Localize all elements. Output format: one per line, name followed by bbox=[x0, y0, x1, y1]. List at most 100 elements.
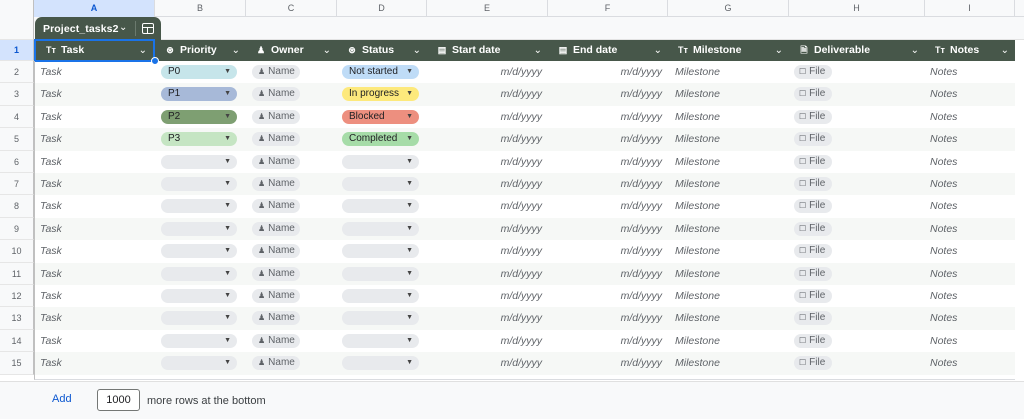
row-number-2[interactable]: 2 bbox=[0, 61, 34, 84]
notes-cell[interactable]: Notes bbox=[930, 61, 1010, 83]
deliverable-chip[interactable]: ☐ File bbox=[794, 244, 832, 259]
header-milestone[interactable]: Tᴛ Milestone ⌄ bbox=[668, 40, 789, 61]
header-task[interactable]: Tᴛ Task ⌄ bbox=[34, 39, 155, 62]
milestone-cell[interactable]: Milestone bbox=[675, 106, 785, 128]
task-cell[interactable]: Task bbox=[40, 285, 150, 307]
chevron-down-icon[interactable]: ⌄ bbox=[1001, 40, 1009, 61]
notes-cell[interactable]: Notes bbox=[930, 83, 1010, 105]
column-letter-a[interactable]: A bbox=[34, 0, 155, 17]
start-date-cell[interactable]: m/d/yyyy bbox=[427, 285, 542, 307]
row-number-15[interactable]: 15 bbox=[0, 352, 34, 375]
start-date-cell[interactable]: m/d/yyyy bbox=[427, 218, 542, 240]
start-date-cell[interactable]: m/d/yyyy bbox=[427, 195, 542, 217]
notes-cell[interactable]: Notes bbox=[930, 173, 1010, 195]
owner-chip[interactable]: ♟ Name bbox=[252, 154, 300, 169]
row-number-14[interactable]: 14 bbox=[0, 329, 34, 353]
notes-cell[interactable]: Notes bbox=[930, 218, 1010, 240]
chevron-down-icon[interactable]: ⌄ bbox=[323, 40, 331, 61]
end-date-cell[interactable]: m/d/yyyy bbox=[548, 83, 662, 105]
end-date-cell[interactable]: m/d/yyyy bbox=[548, 263, 662, 285]
owner-chip[interactable]: ♟ Name bbox=[252, 333, 300, 348]
row-number-13[interactable]: 13 bbox=[0, 307, 34, 330]
deliverable-chip[interactable]: ☐ File bbox=[794, 199, 832, 214]
row-number-11[interactable]: 11 bbox=[0, 262, 34, 285]
priority-chip[interactable]: ▼ bbox=[161, 177, 237, 191]
status-chip[interactable]: ▼ bbox=[342, 356, 419, 371]
deliverable-chip[interactable]: ☐ File bbox=[794, 311, 832, 326]
priority-chip[interactable]: P0 ▼ bbox=[161, 65, 237, 79]
milestone-cell[interactable]: Milestone bbox=[675, 330, 785, 352]
start-date-cell[interactable]: m/d/yyyy bbox=[427, 263, 542, 285]
deliverable-chip[interactable]: ☐ File bbox=[794, 154, 832, 169]
header-deliverable[interactable]: 🗎 Deliverable ⌄ bbox=[789, 40, 925, 61]
status-chip[interactable]: Not started ▼ bbox=[342, 65, 419, 79]
owner-chip[interactable]: ♟ Name bbox=[252, 65, 300, 79]
owner-chip[interactable]: ♟ Name bbox=[252, 132, 300, 147]
row-number-8[interactable]: 8 bbox=[0, 195, 34, 218]
end-date-cell[interactable]: m/d/yyyy bbox=[548, 195, 662, 217]
task-cell[interactable]: Task bbox=[40, 83, 150, 105]
notes-cell[interactable]: Notes bbox=[930, 151, 1010, 173]
start-date-cell[interactable]: m/d/yyyy bbox=[427, 307, 542, 329]
end-date-cell[interactable]: m/d/yyyy bbox=[548, 61, 662, 83]
notes-cell[interactable]: Notes bbox=[930, 352, 1010, 374]
table-name-tab[interactable]: Project_tasks2 ⌄ bbox=[35, 17, 161, 41]
priority-chip[interactable]: ▼ bbox=[161, 244, 237, 259]
header-status[interactable]: ⊛ Status ⌄ bbox=[337, 40, 427, 61]
status-chip[interactable]: In progress ▼ bbox=[342, 87, 419, 102]
start-date-cell[interactable]: m/d/yyyy bbox=[427, 173, 542, 195]
owner-chip[interactable]: ♟ Name bbox=[252, 199, 300, 214]
end-date-cell[interactable]: m/d/yyyy bbox=[548, 151, 662, 173]
column-letter-e[interactable]: E bbox=[427, 0, 548, 17]
task-cell[interactable]: Task bbox=[40, 61, 150, 83]
priority-chip[interactable]: ▼ bbox=[161, 356, 237, 371]
notes-cell[interactable]: Notes bbox=[930, 240, 1010, 262]
notes-cell[interactable]: Notes bbox=[930, 195, 1010, 217]
owner-chip[interactable]: ♟ Name bbox=[252, 177, 300, 191]
start-date-cell[interactable]: m/d/yyyy bbox=[427, 83, 542, 105]
row-number-9[interactable]: 9 bbox=[0, 217, 34, 241]
milestone-cell[interactable]: Milestone bbox=[675, 352, 785, 374]
notes-cell[interactable]: Notes bbox=[930, 128, 1010, 150]
owner-chip[interactable]: ♟ Name bbox=[252, 311, 300, 326]
end-date-cell[interactable]: m/d/yyyy bbox=[548, 173, 662, 195]
start-date-cell[interactable]: m/d/yyyy bbox=[427, 330, 542, 352]
owner-chip[interactable]: ♟ Name bbox=[252, 87, 300, 102]
owner-chip[interactable]: ♟ Name bbox=[252, 289, 300, 303]
header-priority[interactable]: ⊛ Priority ⌄ bbox=[155, 40, 246, 61]
end-date-cell[interactable]: m/d/yyyy bbox=[548, 218, 662, 240]
milestone-cell[interactable]: Milestone bbox=[675, 263, 785, 285]
row-number-12[interactable]: 12 bbox=[0, 285, 34, 308]
end-date-cell[interactable]: m/d/yyyy bbox=[548, 285, 662, 307]
priority-chip[interactable]: ▼ bbox=[161, 154, 237, 169]
notes-cell[interactable]: Notes bbox=[930, 263, 1010, 285]
status-chip[interactable]: ▼ bbox=[342, 266, 419, 281]
end-date-cell[interactable]: m/d/yyyy bbox=[548, 128, 662, 150]
task-cell[interactable]: Task bbox=[40, 330, 150, 352]
task-cell[interactable]: Task bbox=[40, 151, 150, 173]
status-chip[interactable]: Completed ▼ bbox=[342, 132, 419, 147]
status-chip[interactable]: ▼ bbox=[342, 311, 419, 326]
task-cell[interactable]: Task bbox=[40, 240, 150, 262]
select-all-corner[interactable] bbox=[0, 0, 34, 17]
column-letter-f[interactable]: F bbox=[548, 0, 668, 17]
deliverable-chip[interactable]: ☐ File bbox=[794, 65, 832, 79]
row-number-7[interactable]: 7 bbox=[0, 173, 34, 196]
deliverable-chip[interactable]: ☐ File bbox=[794, 177, 832, 191]
row-number-10[interactable]: 10 bbox=[0, 240, 34, 263]
owner-chip[interactable]: ♟ Name bbox=[252, 221, 300, 236]
add-rows-button[interactable]: Add bbox=[52, 393, 72, 405]
deliverable-chip[interactable]: ☐ File bbox=[794, 289, 832, 303]
priority-chip[interactable]: ▼ bbox=[161, 221, 237, 236]
task-cell[interactable]: Task bbox=[40, 173, 150, 195]
header-end-date[interactable]: ▤ End date ⌄ bbox=[548, 40, 668, 61]
status-chip[interactable]: ▼ bbox=[342, 177, 419, 191]
task-cell[interactable]: Task bbox=[40, 218, 150, 240]
priority-chip[interactable]: ▼ bbox=[161, 199, 237, 214]
row-count-input[interactable]: 1000 bbox=[97, 389, 140, 411]
chevron-down-icon[interactable]: ⌄ bbox=[413, 40, 421, 61]
row-number-6[interactable]: 6 bbox=[0, 150, 34, 173]
chevron-down-icon[interactable]: ⌄ bbox=[232, 40, 240, 61]
priority-chip[interactable]: P3 ▼ bbox=[161, 132, 237, 147]
milestone-cell[interactable]: Milestone bbox=[675, 128, 785, 150]
